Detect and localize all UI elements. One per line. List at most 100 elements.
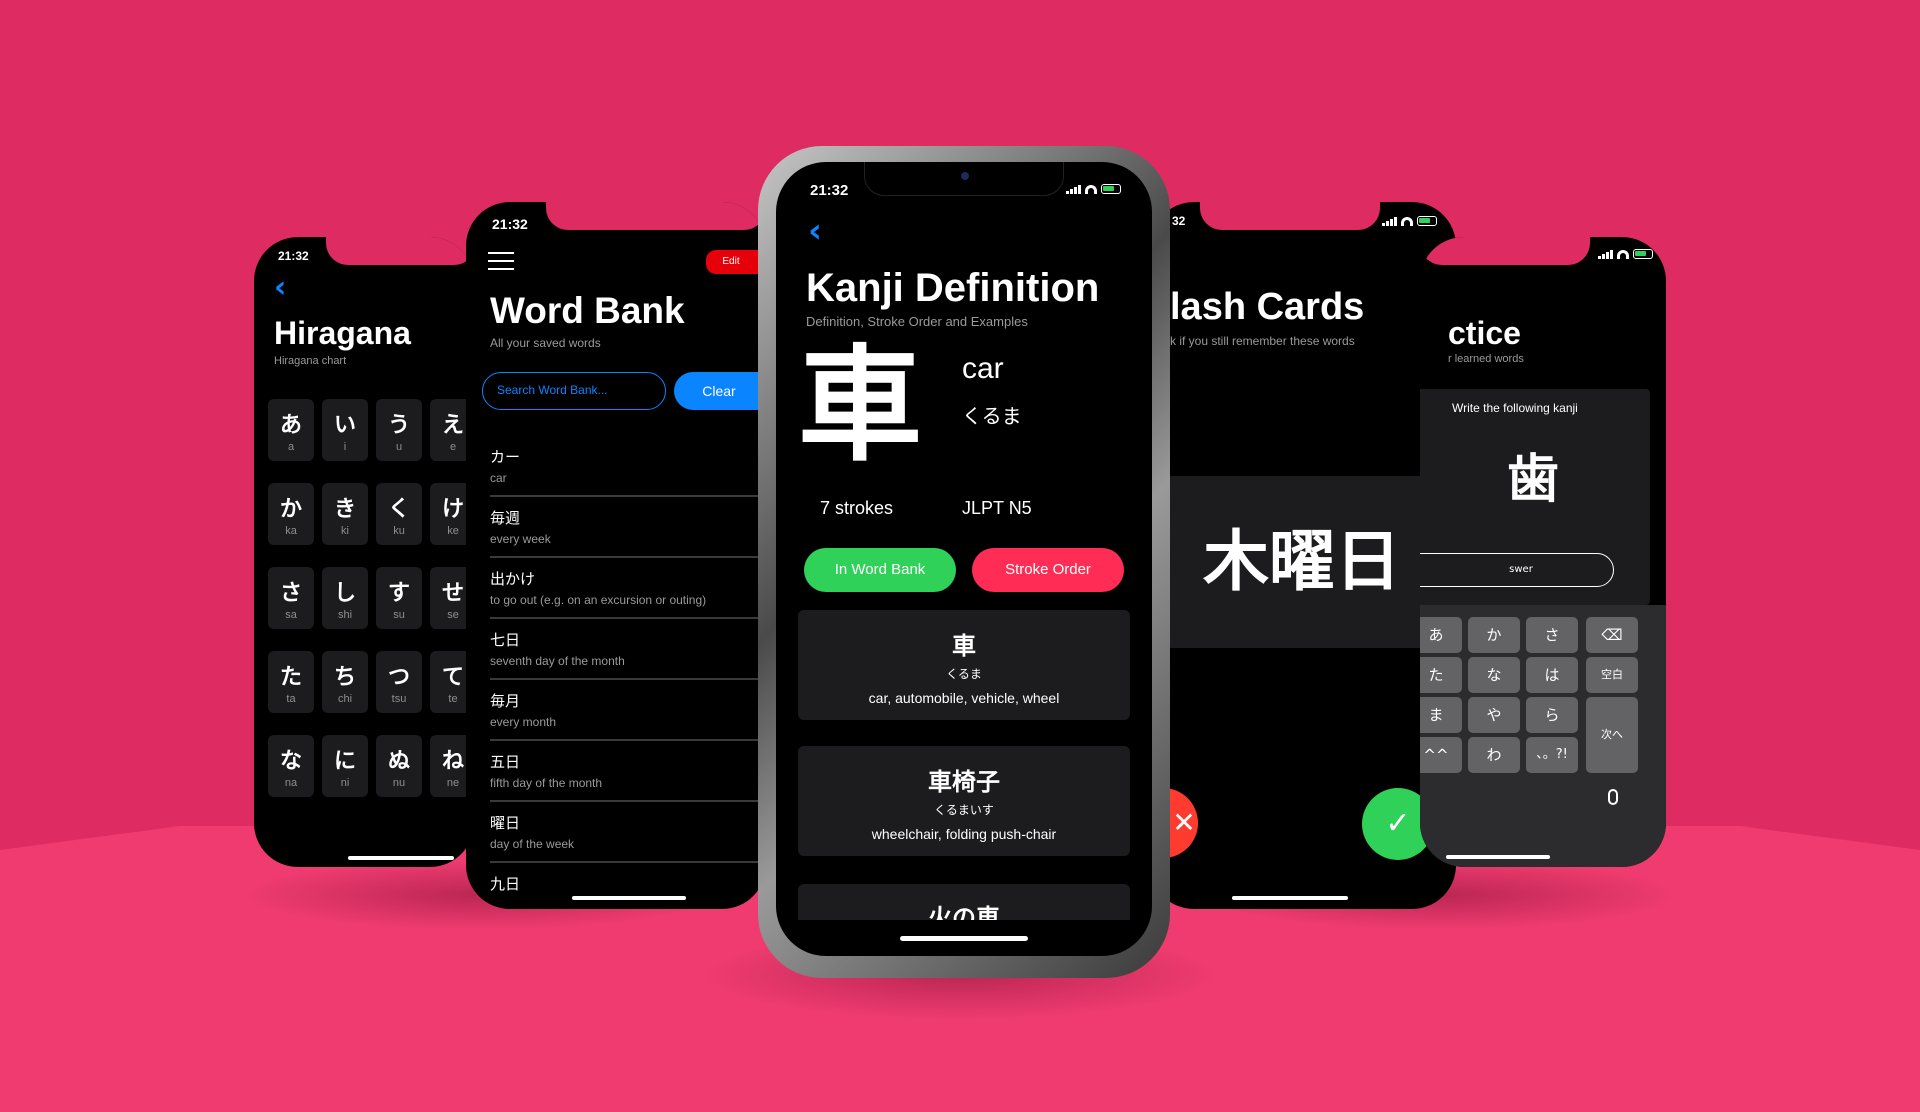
kana-character: ぬ — [387, 749, 410, 774]
word-list-item[interactable]: カー car — [490, 436, 766, 497]
edit-button[interactable]: Edit — [706, 250, 766, 274]
example-word: 車椅子 — [928, 768, 1000, 796]
next-key[interactable]: 次へ — [1586, 697, 1638, 773]
key[interactable]: た — [1420, 657, 1462, 693]
clear-button[interactable]: Clear — [674, 372, 766, 410]
jlpt-level: JLPT N5 — [962, 498, 1032, 518]
key[interactable]: 、。?! — [1526, 737, 1578, 773]
kana-cell[interactable]: し shi — [322, 567, 368, 629]
flash-card[interactable]: 木曜日 — [1166, 476, 1438, 648]
word-list-item[interactable]: 七日 seventh day of the month — [490, 619, 766, 680]
practice-kanji: 歯 — [1506, 450, 1559, 510]
kana-cell[interactable]: いi — [322, 399, 368, 461]
kana-romaji: na — [284, 777, 298, 789]
status-icons — [1598, 249, 1653, 259]
word-list-item[interactable]: 五日 fifth day of the month — [490, 741, 766, 802]
example-reading: くるまいす — [934, 803, 994, 817]
kana-cell[interactable]: うu — [376, 399, 422, 461]
hamburger-menu-icon[interactable] — [488, 252, 514, 270]
kana-cell[interactable]: に ni — [322, 735, 368, 797]
key[interactable]: さ — [1526, 617, 1578, 653]
page-subtitle: Definition, Stroke Order and Examples — [806, 314, 1028, 329]
in-word-bank-button[interactable]: In Word Bank — [804, 548, 956, 592]
word-text: 曜日 — [490, 814, 521, 832]
microphone-icon[interactable] — [1608, 789, 1618, 805]
example-card[interactable]: 車椅子 くるまいす wheelchair, folding push-chair — [798, 746, 1130, 856]
kana-character: さ — [279, 581, 302, 606]
key[interactable]: な — [1468, 657, 1520, 693]
kana-character: あ — [279, 413, 302, 438]
kanji-character: 車 — [798, 334, 923, 478]
hiragana-grid: あ a い i う u え e か ka き ki く ku け ke さ sa し shi す su せ se た ta ち chi… — [268, 399, 474, 797]
word-list-item[interactable]: 曜日 day of the week — [490, 802, 766, 863]
answer-input[interactable]: swer — [1420, 553, 1614, 587]
word-meaning: day of the week — [490, 837, 575, 851]
kana-romaji: u — [395, 441, 403, 453]
word-list-item[interactable]: 九日 — [490, 863, 766, 909]
word-list-item[interactable]: 毎週 every week — [490, 497, 766, 558]
kana-romaji: ki — [341, 525, 349, 537]
kana-cell[interactable]: く ku — [376, 483, 422, 545]
kana-romaji: sa — [285, 609, 297, 621]
kana-cell[interactable]: ぬ nu — [376, 735, 422, 797]
word-text: カー — [490, 448, 521, 466]
search-input[interactable]: Search Word Bank... — [482, 372, 666, 410]
home-indicator — [1232, 896, 1348, 900]
page-subtitle: Hiragana chart — [274, 355, 347, 367]
status-icons — [1066, 184, 1121, 194]
kana-character: き — [333, 497, 356, 522]
key[interactable]: ^^ — [1420, 737, 1462, 773]
page-subtitle: r learned words — [1448, 353, 1524, 365]
kana-cell[interactable]: す su — [376, 567, 422, 629]
kana-cell[interactable]: つ tsu — [376, 651, 422, 713]
status-time: 32 — [1172, 214, 1186, 228]
kana-character: う — [387, 413, 410, 438]
key[interactable]: ま — [1420, 697, 1462, 733]
word-list-item[interactable]: 出かけ to go out (e.g. on an excursion or ou… — [490, 558, 766, 619]
key[interactable]: は — [1526, 657, 1578, 693]
kana-character: ち — [333, 665, 356, 690]
page-title: Word Bank — [490, 290, 685, 331]
example-card[interactable]: 火の車 — [798, 884, 1130, 920]
backspace-icon[interactable]: ⌫ — [1586, 617, 1638, 653]
kana-cell[interactable]: き ki — [322, 483, 368, 545]
kana-character: い — [333, 413, 356, 438]
kanji-reading: くるま — [962, 404, 1022, 428]
chevron-left-icon[interactable]: ‹ — [808, 214, 822, 248]
kana-character: な — [279, 749, 302, 774]
kana-cell[interactable]: あa — [268, 399, 314, 461]
key[interactable]: や — [1468, 697, 1520, 733]
kana-character: か — [279, 497, 302, 522]
example-meaning: wheelchair, folding push-chair — [871, 826, 1057, 842]
stroke-count: 7 strokes — [820, 498, 894, 518]
status-time: 21:32 — [810, 182, 849, 199]
chevron-left-icon[interactable]: ‹ — [274, 273, 286, 303]
kana-cell[interactable]: な na — [268, 735, 314, 797]
example-card[interactable]: 車 くるま car, automobile, vehicle, wheel — [798, 610, 1130, 720]
example-reading: くるま — [946, 667, 982, 681]
kana-character: た — [279, 665, 302, 690]
word-bank-phone: 21:32 Edit Word Bank All your saved word… — [466, 202, 766, 909]
kana-cell[interactable]: ち chi — [322, 651, 368, 713]
kana-character: に — [333, 749, 356, 774]
kana-cell[interactable]: か ka — [268, 483, 314, 545]
kana-romaji: tsu — [391, 693, 407, 705]
kana-romaji: nu — [392, 777, 406, 789]
kana-romaji: a — [287, 441, 295, 453]
stroke-order-button[interactable]: Stroke Order — [972, 548, 1124, 592]
key[interactable]: わ — [1468, 737, 1520, 773]
word-list-item[interactable]: 毎月 every month — [490, 680, 766, 741]
kana-cell[interactable]: さ sa — [268, 567, 314, 629]
key[interactable]: ら — [1526, 697, 1578, 733]
kana-romaji: ta — [286, 693, 296, 705]
status-time: 21:32 — [492, 216, 528, 232]
practice-card: Write the following kanji 歯 swer — [1420, 389, 1650, 605]
home-indicator — [348, 856, 454, 860]
key[interactable]: あ — [1420, 617, 1462, 653]
key[interactable]: か — [1468, 617, 1520, 653]
space-key[interactable]: 空白 — [1586, 657, 1638, 693]
home-indicator — [900, 936, 1028, 941]
kana-cell[interactable]: た ta — [268, 651, 314, 713]
kana-character: つ — [387, 665, 410, 690]
word-text: 九日 — [490, 875, 521, 893]
